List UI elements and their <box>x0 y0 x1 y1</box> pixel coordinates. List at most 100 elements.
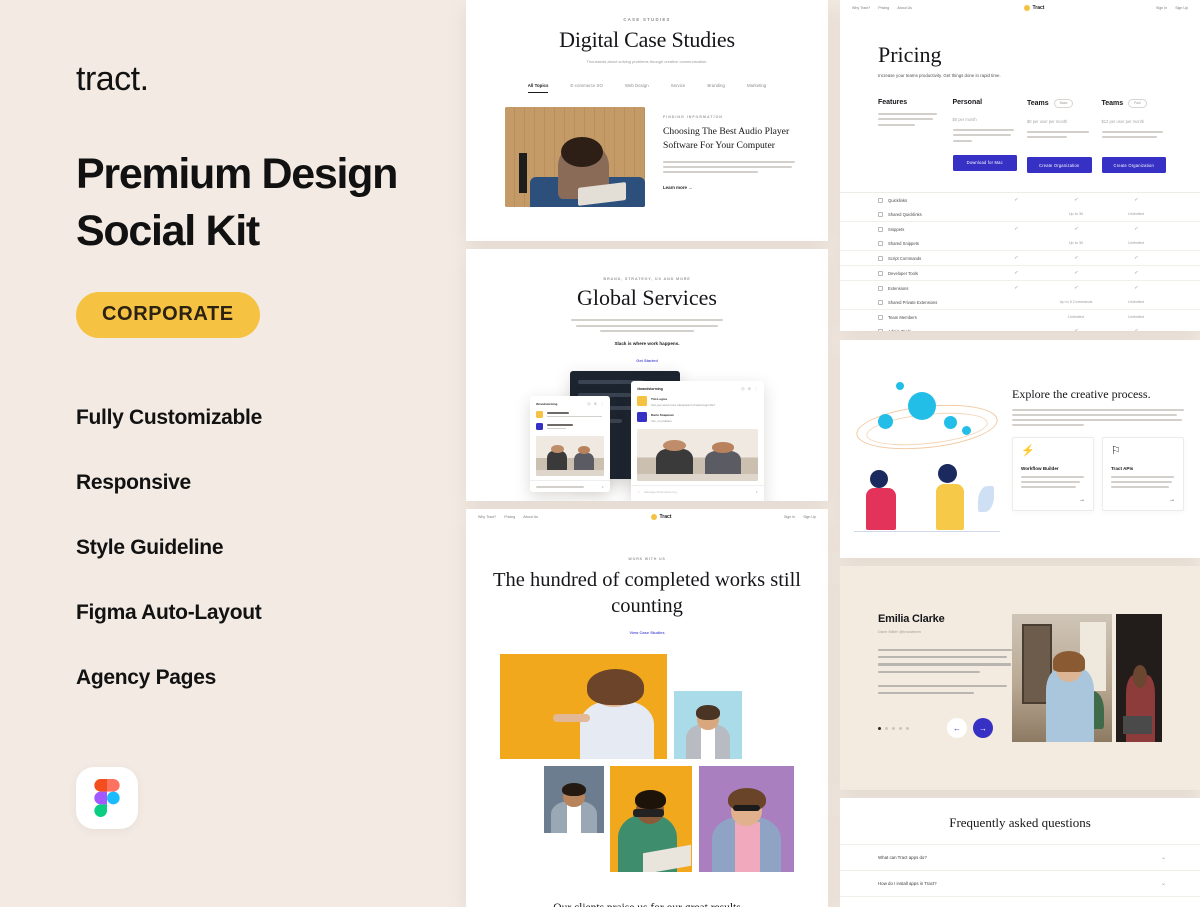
cell-basic: Up to 30 <box>1068 212 1084 217</box>
workflow-builder-card[interactable]: ⚡ Workflow Builder → <box>1012 437 1094 512</box>
global-services-bold-line: Slack is where work happens. <box>614 341 680 346</box>
nav-link-pricing[interactable]: Pricing <box>878 6 889 10</box>
works-cta[interactable]: View Case Studies <box>466 630 828 635</box>
nav-link-pricing[interactable]: Pricing <box>504 515 515 519</box>
explore-title: Explore the creative process. <box>1012 386 1151 401</box>
download-for-mac-button[interactable]: Download for Mac <box>952 154 1017 171</box>
cell-paid: Unlimited <box>1128 300 1144 305</box>
nav-link-signup[interactable]: Sign Up <box>1175 6 1188 10</box>
cell-paid <box>1106 286 1166 291</box>
table-row: Extensions <box>840 280 1200 295</box>
feature-list: Fully Customizable Responsive Style Guid… <box>76 406 466 690</box>
chevron-down-icon[interactable]: ⌄ <box>1161 854 1166 861</box>
card-title: Tract APIs <box>1111 466 1134 472</box>
cell-basic <box>1046 256 1106 261</box>
mockup-testimonial[interactable]: Emilia Clarke Dave Miller @troostmen ← → <box>840 566 1200 790</box>
mockup-case-studies[interactable]: CASE STUDIES Digital Case Studies Thousa… <box>466 0 828 241</box>
nav-left-links[interactable]: Why Tract? Pricing About Us <box>852 6 912 10</box>
nav-logo[interactable]: Tract <box>1023 5 1044 11</box>
tract-apis-card[interactable]: ⚐ Tract APIs → <box>1102 437 1184 512</box>
nav-left-links[interactable]: Why Tract? Pricing About Us <box>478 515 538 519</box>
send-icon[interactable]: ➤ <box>601 485 604 489</box>
feature-label: Developer Tools <box>888 270 918 276</box>
nav-right-links[interactable]: Sign In Sign Up <box>784 515 816 519</box>
chat-header-icons[interactable]: ◎ ✲ ⋮ <box>587 401 604 406</box>
carousel-prev-button[interactable]: ← <box>947 718 967 739</box>
card-text <box>1111 476 1175 489</box>
faq-item[interactable]: How do I install apps in Tract? ⌄ <box>840 870 1200 896</box>
nav-link-about[interactable]: About Us <box>523 515 538 519</box>
chat-message: Tim Logiss Can you send more transparent… <box>631 394 764 410</box>
extension-icon <box>878 285 883 291</box>
create-organization-button[interactable]: Create Organization <box>1027 157 1092 174</box>
nav-link-signin[interactable]: Sign In <box>1156 6 1167 10</box>
mockup-pricing[interactable]: Why Tract? Pricing About Us Tract Sign I… <box>840 0 1200 331</box>
carousel-dots[interactable] <box>878 726 909 730</box>
faq-question: What can Tract apps do? <box>878 855 927 860</box>
nav-link-signup[interactable]: Sign Up <box>803 515 816 519</box>
tab-branding[interactable]: Branding <box>707 83 725 93</box>
right-mockup-column: Why Tract? Pricing About Us Tract Sign I… <box>840 0 1200 907</box>
mockup-explore-process[interactable]: Explore the creative process. ⚡ Workflow… <box>840 340 1200 558</box>
gear-icon[interactable]: ✲ <box>594 401 597 406</box>
plan-desc <box>1027 130 1092 139</box>
arrow-right-icon[interactable]: → <box>1021 497 1085 503</box>
faq-list: What can Tract apps do? ⌄ How do I insta… <box>840 844 1200 907</box>
send-icon[interactable]: ➤ <box>755 490 758 494</box>
nav-link-why-tract[interactable]: Why Tract? <box>478 515 496 519</box>
nav-link-why-tract[interactable]: Why Tract? <box>852 6 870 10</box>
nav-right-links[interactable]: Sign In Sign Up <box>1156 6 1188 10</box>
faq-item[interactable]: What can Tract apps do? ⌄ <box>840 844 1200 870</box>
tab-all-topics[interactable]: All Topics <box>527 83 549 93</box>
photo-grid <box>500 654 794 881</box>
avatar <box>637 396 647 406</box>
pin-icon[interactable]: ◎ <box>741 386 745 391</box>
chat-header: #brandstorming ◎ ✲ ⋮ <box>530 396 610 409</box>
chat-input[interactable]: ☺ Message #brandstorming ➤ <box>631 485 764 498</box>
cell-paid: Unlimited <box>1128 241 1144 246</box>
tab-web-design[interactable]: Web Design <box>625 83 649 93</box>
nav-link-signin[interactable]: Sign In <box>784 515 795 519</box>
mockup-global-services[interactable]: BRAND, STRATEGY, UX AND MORE Global Serv… <box>466 249 828 501</box>
mockup-faq[interactable]: Frequently asked questions What can Trac… <box>840 798 1200 907</box>
table-row: Shared Quicklinks Up to 30 Unlimited <box>840 207 1200 221</box>
person-red-illustration <box>862 470 904 530</box>
cell-personal <box>986 227 1046 232</box>
tab-marketing[interactable]: Marketing <box>747 83 766 93</box>
site-nav: Why Tract? Pricing About Us Tract Sign I… <box>466 509 828 525</box>
pin-icon[interactable]: ◎ <box>587 401 591 406</box>
more-icon[interactable]: ⋮ <box>600 401 604 406</box>
learn-more-label: Learn more <box>663 184 687 190</box>
plan-badge-paid: Paid <box>1128 99 1147 108</box>
arrow-right-icon[interactable]: → <box>1111 497 1175 503</box>
pricing-subtitle: Increase your teams productivity. Get th… <box>878 73 1001 78</box>
nav-link-about[interactable]: About Us <box>897 6 912 10</box>
nav-logo[interactable]: Tract <box>650 514 671 520</box>
faq-item[interactable]: Are Tract apps free? ⌄ <box>840 896 1200 907</box>
more-icon[interactable]: ⋮ <box>754 386 758 391</box>
chat-input[interactable]: ➤ <box>530 480 610 492</box>
learn-more-link[interactable]: Learn more → <box>663 185 795 190</box>
chat-window-small[interactable]: #brandstorming ◎ ✲ ⋮ ➤ <box>530 396 610 492</box>
chat-window-large[interactable]: #brandstorming ◎ ✲ ⋮ Tim Logiss Can you se… <box>631 381 764 501</box>
feature-label: Shared Private Extensions <box>888 299 938 305</box>
cell-basic: Unlimited <box>1068 315 1084 320</box>
create-organization-button[interactable]: Create Organization <box>1101 157 1166 174</box>
avatar <box>536 423 543 430</box>
woman-sunglasses-photo <box>699 766 794 873</box>
chat-header-icons[interactable]: ◎ ✲ ⋮ <box>741 386 758 391</box>
chat-message <box>530 421 610 433</box>
plan-name: Features <box>878 99 908 106</box>
carousel-next-button[interactable]: → <box>973 718 993 739</box>
terminal-icon <box>878 255 883 261</box>
case-studies-title: Digital Case Studies <box>559 27 735 52</box>
gear-icon[interactable]: ✲ <box>748 386 751 391</box>
mockup-completed-works[interactable]: Why Tract? Pricing About Us Tract Sign I… <box>466 509 828 907</box>
tab-ecommerce[interactable]: E-commerce SO <box>570 83 602 93</box>
tab-service[interactable]: Service <box>671 83 686 93</box>
chevron-down-icon[interactable]: ⌄ <box>1161 880 1166 887</box>
cell-personal <box>986 256 1046 261</box>
testimonial-role: Dave Miller @troostmen <box>878 629 921 634</box>
explore-feature-cards: ⚡ Workflow Builder → ⚐ Tract APIs → <box>1012 437 1184 512</box>
global-services-cta[interactable]: Get Started <box>466 358 828 363</box>
